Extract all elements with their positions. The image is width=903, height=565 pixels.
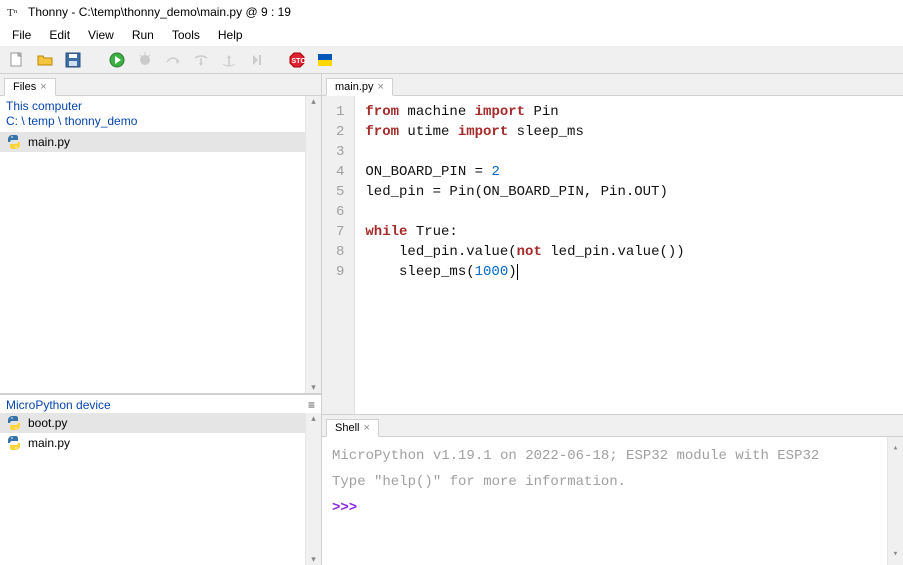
window-title: Thonny - C:\temp\thonny_demo\main.py @ 9… <box>28 5 291 19</box>
stop-button[interactable]: STOP <box>286 49 308 71</box>
open-file-button[interactable] <box>34 49 56 71</box>
title-bar: Tⁿ Thonny - C:\temp\thonny_demo\main.py … <box>0 0 903 24</box>
toolbar: STOP <box>0 46 903 74</box>
new-file-button[interactable] <box>6 49 28 71</box>
this-computer-header[interactable]: This computer <box>0 96 321 114</box>
files-panel: Files × This computer C: \ temp \ thonny… <box>0 74 321 394</box>
tab-shell[interactable]: Shell × <box>326 419 379 437</box>
right-column: main.py × 123456789 from machine import … <box>322 74 903 565</box>
tab-files-label: Files <box>13 81 36 93</box>
close-icon[interactable]: × <box>40 81 46 93</box>
device-panel: MicroPython device boot.py main.py <box>0 394 321 565</box>
scrollbar[interactable] <box>305 413 321 565</box>
tab-editor-label: main.py <box>335 81 374 93</box>
step-into-button[interactable] <box>190 49 212 71</box>
svg-text:STOP: STOP <box>292 58 306 65</box>
support-ukraine-button[interactable] <box>314 49 336 71</box>
device-file-list: boot.py main.py <box>0 413 321 453</box>
file-row[interactable]: boot.py <box>0 413 321 433</box>
menu-edit[interactable]: Edit <box>41 26 78 44</box>
step-out-button[interactable] <box>218 49 240 71</box>
menu-file[interactable]: File <box>4 26 39 44</box>
tab-editor-file[interactable]: main.py × <box>326 78 393 96</box>
run-button[interactable] <box>106 49 128 71</box>
debug-button[interactable] <box>134 49 156 71</box>
close-icon[interactable]: × <box>363 422 369 434</box>
menu-tools[interactable]: Tools <box>164 26 208 44</box>
menu-view[interactable]: View <box>80 26 122 44</box>
breadcrumb[interactable]: C: \ temp \ thonny_demo <box>0 114 321 132</box>
menu-run[interactable]: Run <box>124 26 162 44</box>
tab-shell-label: Shell <box>335 422 359 434</box>
svg-text:Tⁿ: Tⁿ <box>7 7 18 19</box>
file-row[interactable]: main.py <box>0 433 321 453</box>
code-content[interactable]: from machine import Pinfrom utime import… <box>355 96 694 414</box>
editor-area[interactable]: 123456789 from machine import Pinfrom ut… <box>322 96 903 414</box>
file-name: boot.py <box>28 416 67 430</box>
tab-files[interactable]: Files × <box>4 78 56 96</box>
shell-banner-1: MicroPython v1.19.1 on 2022-06-18; ESP32… <box>332 445 893 467</box>
thonny-icon: Tⁿ <box>6 4 22 20</box>
files-panel-tabs: Files × <box>0 74 321 96</box>
save-file-button[interactable] <box>62 49 84 71</box>
device-label: MicroPython device <box>6 398 111 412</box>
editor-tabs: main.py × <box>322 74 903 96</box>
resume-button[interactable] <box>246 49 268 71</box>
this-computer-label: This computer <box>6 99 82 113</box>
shell-tabs: Shell × <box>322 415 903 437</box>
file-name: main.py <box>28 135 70 149</box>
editor-panel: main.py × 123456789 from machine import … <box>322 74 903 415</box>
device-header[interactable]: MicroPython device <box>0 394 321 413</box>
menu-bar: FileEditViewRunToolsHelp <box>0 24 903 46</box>
line-number-gutter: 123456789 <box>322 96 355 414</box>
shell-prompt: >>> <box>332 500 357 516</box>
step-over-button[interactable] <box>162 49 184 71</box>
scrollbar[interactable] <box>887 437 903 565</box>
computer-file-list: main.py <box>0 132 321 152</box>
file-row[interactable]: main.py <box>0 132 321 152</box>
close-icon[interactable]: × <box>378 81 384 93</box>
file-name: main.py <box>28 436 70 450</box>
menu-help[interactable]: Help <box>210 26 251 44</box>
main-area: Files × This computer C: \ temp \ thonny… <box>0 74 903 565</box>
left-column: Files × This computer C: \ temp \ thonny… <box>0 74 322 565</box>
scrollbar[interactable] <box>305 96 321 393</box>
shell-panel: Shell × MicroPython v1.19.1 on 2022-06-1… <box>322 415 903 565</box>
shell-body[interactable]: MicroPython v1.19.1 on 2022-06-18; ESP32… <box>322 437 903 565</box>
shell-banner-2: Type "help()" for more information. <box>332 471 893 493</box>
